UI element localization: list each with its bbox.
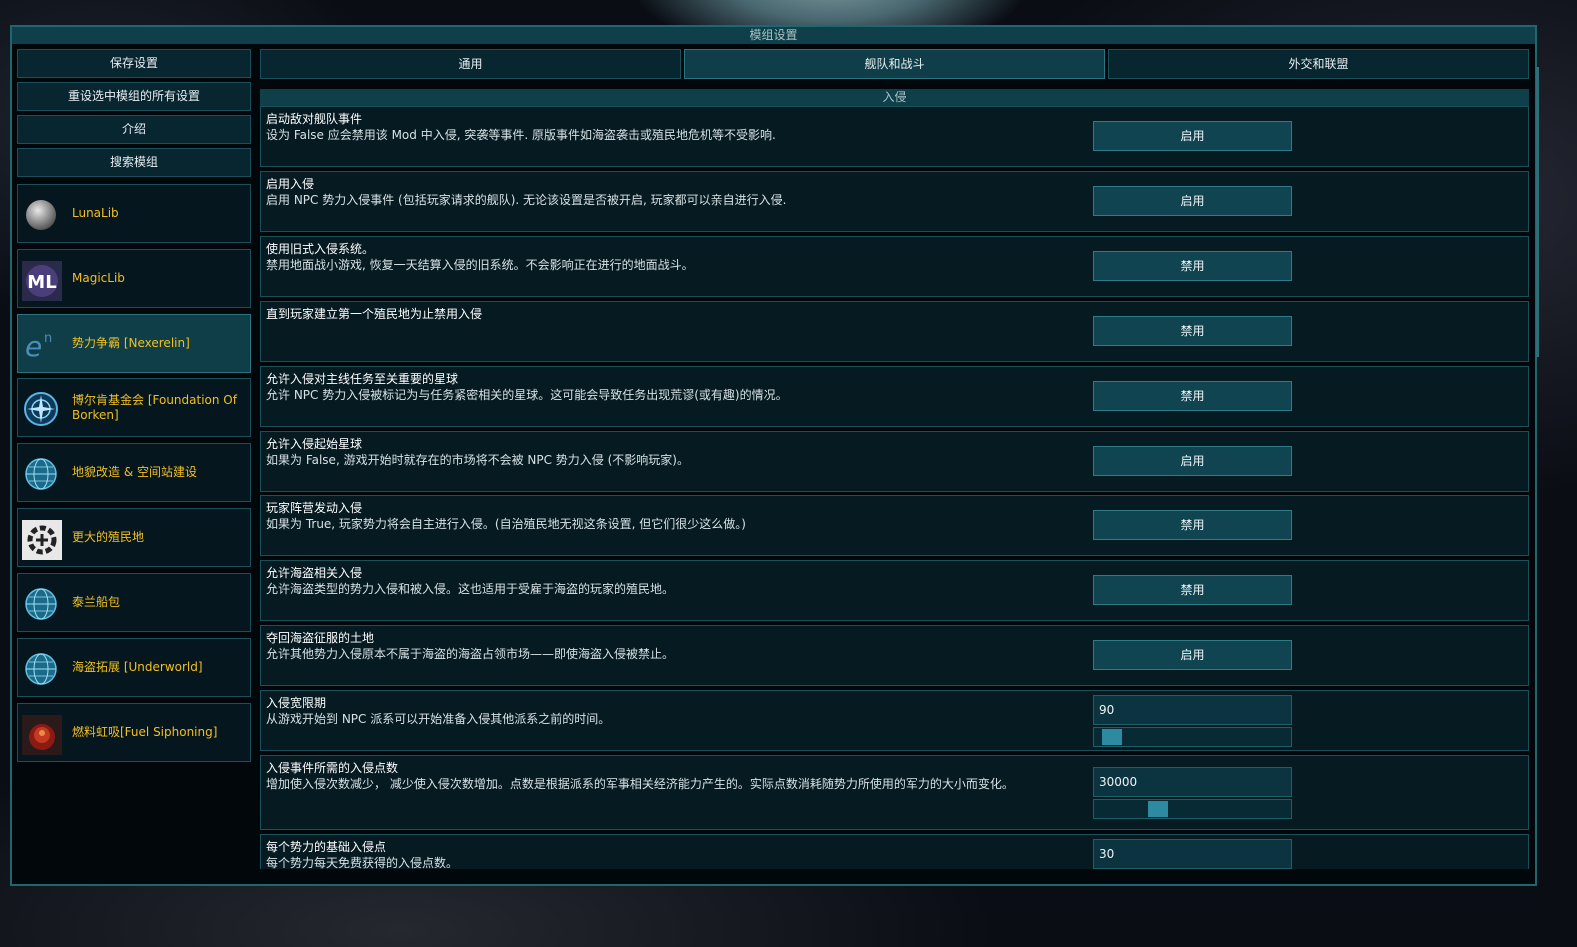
setting-title: 启动敌对舰队事件	[266, 112, 363, 126]
setting-description: 禁用地面战小游戏, 恢复一天结算入侵的旧系统。不会影响正在进行的地面战斗。	[266, 258, 694, 272]
value-slider[interactable]	[1093, 727, 1292, 747]
setting-row: 直到玩家建立第一个殖民地为止禁用入侵 禁用	[260, 301, 1529, 362]
mod-name: MagicLib	[72, 271, 125, 285]
setting-title: 启用入侵	[266, 177, 315, 191]
setting-title: 允许入侵对主线任务至关重要的星球	[266, 372, 459, 386]
section-header: 入侵	[260, 89, 1529, 106]
setting-description: 允许其他势力入侵原本不属于海盗的海盗占领市场——即使海盗入侵被禁止。	[266, 647, 675, 661]
gear-plus-icon	[22, 520, 62, 560]
save-settings-button[interactable]: 保存设置	[17, 49, 251, 78]
globe-icon	[23, 586, 59, 622]
mod-item-tahlan-shipworks[interactable]: 泰兰船包	[17, 573, 251, 632]
nexerelin-icon: en	[23, 327, 59, 363]
mod-name: 海盗拓展 [Underworld]	[72, 660, 203, 674]
globe-icon	[23, 456, 59, 492]
reset-all-settings-button[interactable]: 重设选中模组的所有设置	[17, 82, 251, 111]
tab-fleets-and-combat[interactable]: 舰队和战斗	[684, 49, 1105, 79]
moon-icon	[23, 197, 59, 233]
setting-row: 入侵宽限期 从游戏开始到 NPC 派系可以开始准备入侵其他派系之前的时间。 90	[260, 690, 1529, 751]
setting-row: 启动敌对舰队事件 设为 False 应会禁用该 Mod 中入侵, 突袭等事件. …	[260, 106, 1529, 167]
toggle-button[interactable]: 启用	[1093, 640, 1292, 670]
toggle-button[interactable]: 禁用	[1093, 251, 1292, 281]
setting-row: 入侵事件所需的入侵点数 增加使入侵次数减少， 减少使入侵次数增加。点数是根据派系…	[260, 755, 1529, 830]
value-input[interactable]: 90	[1093, 695, 1292, 725]
toggle-button[interactable]: 启用	[1093, 121, 1292, 151]
mod-item-bigger-colonies[interactable]: 更大的殖民地	[17, 508, 251, 567]
setting-title: 入侵事件所需的入侵点数	[266, 761, 399, 775]
compass-emblem-icon	[23, 391, 59, 427]
fuel-siphon-icon	[22, 715, 62, 755]
tab-general[interactable]: 通用	[260, 49, 681, 79]
setting-row: 允许入侵对主线任务至关重要的星球 允许 NPC 势力入侵被标记为与任务紧密相关的…	[260, 366, 1529, 427]
mod-item-magiclib[interactable]: ML MagicLib	[17, 249, 251, 308]
setting-row: 允许海盗相关入侵 允许海盗类型的势力入侵和被入侵。这也适用于受雇于海盗的玩家的殖…	[260, 560, 1529, 621]
setting-row: 玩家阵营发动入侵 如果为 True, 玩家势力将会自主进行入侵。(自治殖民地无视…	[260, 495, 1529, 556]
search-mods-button[interactable]: 搜索模组	[17, 148, 251, 177]
value-slider[interactable]	[1093, 799, 1292, 819]
toggle-button[interactable]: 禁用	[1093, 510, 1292, 540]
setting-title: 每个势力的基础入侵点	[266, 840, 387, 854]
setting-description: 设为 False 应会禁用该 Mod 中入侵, 突袭等事件. 原版事件如海盗袭击…	[266, 128, 776, 142]
mod-name: 泰兰船包	[72, 595, 121, 609]
toggle-button[interactable]: 禁用	[1093, 381, 1292, 411]
toggle-button[interactable]: 启用	[1093, 446, 1292, 476]
setting-row: 使用旧式入侵系统。 禁用地面战小游戏, 恢复一天结算入侵的旧系统。不会影响正在进…	[260, 236, 1529, 297]
svg-text:e: e	[25, 330, 42, 363]
setting-row: 启用入侵 启用 NPC 势力入侵事件 (包括玩家请求的舰队). 无论该设置是否被…	[260, 171, 1529, 232]
mod-name: 势力争霸 [Nexerelin]	[72, 336, 190, 350]
setting-description: 增加使入侵次数减少， 减少使入侵次数增加。点数是根据派系的军事相关经济能力产生的…	[266, 777, 1014, 791]
setting-title: 入侵宽限期	[266, 696, 327, 710]
magiclib-icon: ML	[22, 261, 62, 301]
slider-handle[interactable]	[1148, 801, 1168, 817]
globe-icon	[23, 651, 59, 687]
setting-description: 从游戏开始到 NPC 派系可以开始准备入侵其他派系之前的时间。	[266, 712, 611, 726]
mod-name: LunaLib	[72, 206, 119, 220]
toggle-button[interactable]: 启用	[1093, 186, 1292, 216]
mod-item-fuel-siphoning[interactable]: 燃料虹吸[Fuel Siphoning]	[17, 703, 251, 762]
mod-item-terraforming[interactable]: 地貌改造 & 空间站建设	[17, 443, 251, 502]
toggle-button[interactable]: 禁用	[1093, 316, 1292, 346]
mod-name: 地貌改造 & 空间站建设	[72, 465, 197, 479]
setting-title: 允许海盗相关入侵	[266, 566, 363, 580]
intro-button[interactable]: 介绍	[17, 115, 251, 144]
mod-item-foundation-of-borken[interactable]: 博尔肯基金会 [Foundation Of Borken]	[17, 378, 251, 437]
slider-handle[interactable]	[1102, 729, 1122, 745]
setting-title: 直到玩家建立第一个殖民地为止禁用入侵	[266, 307, 483, 321]
mod-item-lunalib[interactable]: LunaLib	[17, 184, 251, 243]
panel-title: 模组设置	[12, 27, 1535, 44]
setting-description: 启用 NPC 势力入侵事件 (包括玩家请求的舰队). 无论该设置是否被开启, 玩…	[266, 193, 787, 207]
setting-title: 使用旧式入侵系统。	[266, 242, 375, 256]
setting-description: 每个势力每天免费获得的入侵点数。	[266, 856, 459, 869]
scrollbar[interactable]	[1536, 67, 1539, 357]
setting-title: 允许入侵起始星球	[266, 437, 363, 451]
svg-text:ML: ML	[27, 272, 56, 293]
mod-item-underworld[interactable]: 海盗拓展 [Underworld]	[17, 638, 251, 697]
mod-name: 博尔肯基金会 [Foundation Of Borken]	[72, 392, 237, 422]
setting-title: 夺回海盗征服的土地	[266, 631, 375, 645]
value-input[interactable]: 30	[1093, 839, 1292, 869]
value-input[interactable]: 30000	[1093, 767, 1292, 797]
setting-title: 玩家阵营发动入侵	[266, 501, 363, 515]
mod-settings-panel: 模组设置 保存设置 重设选中模组的所有设置 介绍 搜索模组 LunaLib ML…	[10, 25, 1539, 886]
setting-description: 如果为 False, 游戏开始时就存在的市场将不会被 NPC 势力入侵 (不影响…	[266, 453, 689, 467]
setting-row: 夺回海盗征服的土地 允许其他势力入侵原本不属于海盗的海盗占领市场——即使海盗入侵…	[260, 625, 1529, 686]
svg-text:n: n	[44, 331, 52, 346]
setting-row: 允许入侵起始星球 如果为 False, 游戏开始时就存在的市场将不会被 NPC …	[260, 431, 1529, 492]
setting-description: 允许 NPC 势力入侵被标记为与任务紧密相关的星球。这可能会导致任务出现荒谬(或…	[266, 388, 788, 402]
mod-name: 燃料虹吸[Fuel Siphoning]	[72, 725, 218, 739]
setting-row: 每个势力的基础入侵点 每个势力每天免费获得的入侵点数。 30	[260, 834, 1529, 869]
settings-list: 入侵 启动敌对舰队事件 设为 False 应会禁用该 Mod 中入侵, 突袭等事…	[259, 89, 1532, 869]
mod-name: 更大的殖民地	[72, 530, 145, 544]
toggle-button[interactable]: 禁用	[1093, 575, 1292, 605]
tab-diplomacy-and-alliances[interactable]: 外交和联盟	[1108, 49, 1529, 79]
mod-item-nexerelin[interactable]: en 势力争霸 [Nexerelin]	[17, 314, 251, 373]
setting-description: 如果为 True, 玩家势力将会自主进行入侵。(自治殖民地无视这条设置, 但它们…	[266, 517, 746, 531]
setting-description: 允许海盗类型的势力入侵和被入侵。这也适用于受雇于海盗的玩家的殖民地。	[266, 582, 675, 596]
